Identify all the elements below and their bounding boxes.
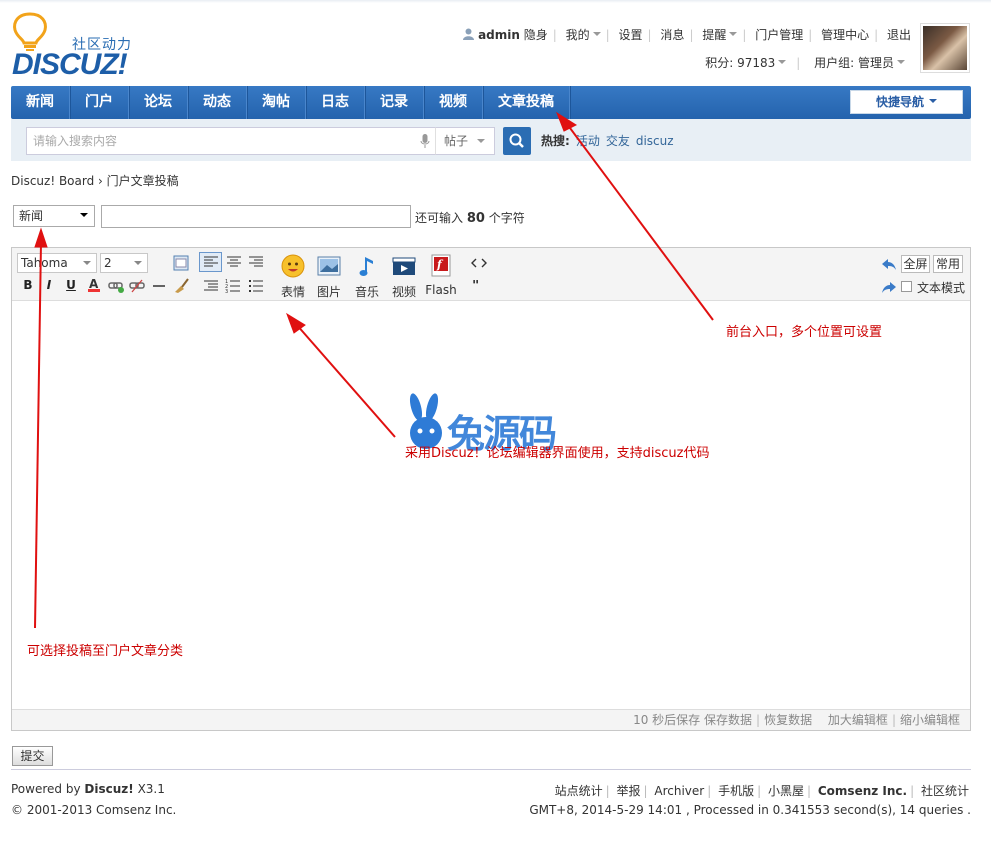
footer-link[interactable]: 手机版 xyxy=(718,784,754,798)
arrow-head xyxy=(34,227,48,248)
arrow-line xyxy=(34,241,42,629)
footer-link[interactable]: 站点统计 xyxy=(555,784,603,798)
company-link[interactable]: Comsenz Inc. xyxy=(818,784,907,798)
annotation-category: 可选择投稿至门户文章分类 xyxy=(27,644,184,659)
arrow-line xyxy=(566,123,714,321)
annotation-editor: 采用Discuz！论坛编辑器界面使用，支持discuz代码 xyxy=(405,446,710,461)
server-stats: GMT+8, 2014-5-29 14:01 , Processed in 0.… xyxy=(529,803,971,817)
annotation-frontend-entry: 前台入口，多个位置可设置 xyxy=(726,325,883,340)
footer-links: 站点统计 | 举报 | Archiver | 手机版 | 小黑屋 | Comsenz In… xyxy=(554,784,969,798)
powered-by: Powered by Discuz! X3.1 xyxy=(11,782,165,796)
copyright: © 2001-2013 Comsenz Inc. xyxy=(11,803,177,817)
powered-version: X3.1 xyxy=(137,782,165,796)
submit-button[interactable]: 提交 xyxy=(12,746,53,766)
footer-divider xyxy=(11,769,971,770)
community-stat-link[interactable]: 社区统计 xyxy=(921,784,969,798)
footer-link[interactable]: 举报 xyxy=(616,784,640,798)
arrow-head xyxy=(555,111,578,132)
footer-link[interactable]: Archiver xyxy=(654,784,704,798)
arrow-line xyxy=(295,323,396,438)
footer-link[interactable]: 小黑屋 xyxy=(768,784,804,798)
powered-name-link[interactable]: Discuz! xyxy=(84,782,133,796)
powered-prefix: Powered by xyxy=(11,782,81,796)
